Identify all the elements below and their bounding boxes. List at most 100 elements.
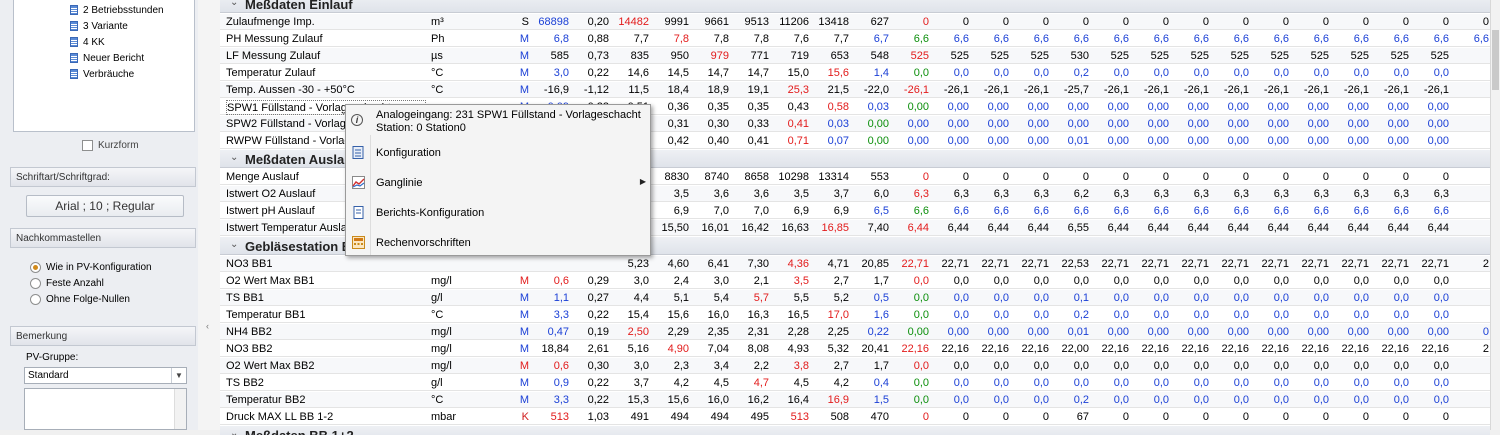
table-cell: 19,1 [747,84,769,96]
report-item[interactable]: Neuer Bericht [70,51,144,65]
report-item[interactable]: 3 Variante [70,19,128,33]
font-button[interactable]: Arial ; 10 ; Regular [26,195,184,217]
table-row[interactable]: PH Messung Zulauf Ph M 6,8 0,88 7,7 7,8 7,8 7,8 7… [220,31,1490,47]
table-cell: 0,0 [1113,394,1129,406]
table-cell: 4,5 [713,377,729,389]
row-name[interactable]: LF Messung Zulauf [226,49,426,64]
table-cell: 6,44 [1427,222,1449,234]
table-cell [1449,410,1489,425]
report-item[interactable]: 2 Betriebsstunden [70,3,164,17]
chevron-down-icon[interactable]: ▼ [171,368,186,383]
remark-textarea[interactable] [24,388,187,430]
table-cell: 0,0 [1433,377,1449,389]
group-header[interactable]: ⌄ Meßdaten BB 1+2 [220,426,1490,435]
table-row[interactable]: TS BB1 g/l M 1,1 0,27 4,4 5,1 5,4 5,7 5,5 5,2 0,5 0,… [220,290,1490,306]
table-cell: 0,1 [1073,292,1089,304]
table-cell: 0,0 [1193,394,1209,406]
row-name[interactable]: Zulaufmenge Imp. [226,15,426,30]
row-name[interactable]: Druck MAX LL BB 1-2 [226,410,426,425]
table-row[interactable]: Temperatur BB1 °C M 3,3 0,22 15,4 15,6 16,0 16,3… [220,307,1490,323]
report-list[interactable]: 2 Betriebsstunden 3 Variante 4 KK Neuer … [13,0,195,132]
collapse-chevron-icon[interactable]: ⌄ [230,0,238,8]
table-row[interactable]: Temp. Aussen -30 - +50°C °C M -16,9 -1,12 11,… [220,82,1490,98]
row-name[interactable]: TS BB2 [226,376,426,391]
table-cell: 6,8 [553,33,569,45]
radio-option-pv-config[interactable]: Wie in PV-Konfiguration [30,262,152,273]
table-cell: 0,00 [1387,135,1409,147]
table-cell: 6,44 [1267,222,1289,234]
menu-item-ganglinie[interactable]: Ganglinie ▶ [346,169,652,197]
kurzform-checkbox[interactable]: Kurzform [82,140,139,151]
group-header[interactable]: ⌄ Meßdaten Einlauf [220,0,1490,13]
row-name[interactable]: PH Messung Zulauf [226,32,426,47]
row-name[interactable]: NO3 BB1 [226,257,426,272]
table-cell: 5,16 [627,343,649,355]
table-cell: 0 [1042,171,1049,183]
row-name[interactable]: O2 Wert Max BB1 [226,274,426,289]
table-row[interactable]: Zulaufmenge Imp. m³ S 68898 0,20 14482 9991 966… [220,14,1490,30]
table-row[interactable]: O2 Wert Max BB2 mg/l M 0,6 0,30 3,0 2,3 3,4 2,2 3… [220,358,1490,374]
checkbox-box[interactable] [82,140,93,151]
table-cell: 0 [922,411,929,423]
table-cell: 0,27 [587,292,609,304]
row-name[interactable]: Temperatur Zulauf [226,66,426,81]
radio-option-fixed[interactable]: Feste Anzahl [30,278,104,289]
menu-item-rechenvorschriften[interactable]: Rechenvorschriften [346,229,652,257]
table-row[interactable]: Druck MAX LL BB 1-2 mbar K 513 1,03 491 494 494… [220,409,1490,425]
table-cell: 585 [550,50,569,62]
menu-item-berichts-konfiguration[interactable]: Berichts-Konfiguration [346,199,652,227]
scrollbar-thumb[interactable] [1492,30,1499,90]
radio-icon[interactable] [30,278,41,289]
table-row[interactable]: NO3 BB2 mg/l M 18,84 2,61 5,16 4,90 7,04 8,08 4,9… [220,341,1490,357]
table-row[interactable]: NH4 BB2 mg/l M 0,47 0,19 2,50 2,29 2,35 2,31 2,28… [220,324,1490,340]
collapse-chevron-icon[interactable]: ⌄ [230,428,238,435]
table-cell [1449,66,1489,81]
menu-item-konfiguration[interactable]: Konfiguration [346,139,652,167]
table-cell: 15,3 [627,394,649,406]
table-row[interactable]: NO3 BB1 5,23 4,60 6,41 7,30 4,36 4,71 20,85 22,7… [220,256,1490,272]
table-cell: 0,01 [1067,326,1089,338]
table-cell: 0,0 [1193,360,1209,372]
table-cell: 16,0 [707,394,729,406]
collapse-chevron-icon[interactable]: ⌄ [230,152,238,163]
table-row[interactable]: Temperatur Zulauf °C M 3,0 0,22 14,6 14,5 14,7 1… [220,65,1490,81]
table-row[interactable]: TS BB2 g/l M 0,9 0,22 3,7 4,2 4,5 4,7 4,5 4,2 0,4 0,… [220,375,1490,391]
panel-splitter[interactable]: ‹ [198,0,220,430]
collapse-chevron-icon[interactable]: ⌄ [230,239,238,250]
table-cell: 0,22 [867,326,889,338]
table-cell: 1,7 [873,275,889,287]
table-cell: 0,0 [1273,309,1289,321]
row-type: M [519,50,529,62]
collapse-arrow-icon[interactable]: ‹ [206,321,209,331]
table-cell: 0,6 [553,275,569,287]
table-cell: 6,3 [1433,188,1449,200]
vertical-scrollbar[interactable] [1490,0,1500,430]
table-cell: 15,4 [627,309,649,321]
report-item[interactable]: Verbräuche [70,67,134,81]
table-cell: 0 [1242,16,1249,28]
row-name[interactable]: Temp. Aussen -30 - +50°C [226,83,426,98]
table-cell: 0,9 [553,377,569,389]
table-row[interactable]: Temperatur BB2 °C M 3,3 0,22 15,3 15,6 16,0 16,2… [220,392,1490,408]
row-name[interactable]: Temperatur BB2 [226,393,426,408]
row-name[interactable]: NH4 BB2 [226,325,426,340]
table-row[interactable]: LF Messung Zulauf µs M 585 0,73 835 950 979 771 7… [220,48,1490,64]
row-name[interactable]: NO3 BB2 [226,342,426,357]
pv-group-select[interactable]: Standard ▼ [24,367,187,384]
row-name[interactable]: O2 Wert Max BB2 [226,359,426,374]
table-cell: 6,6 [1073,205,1089,217]
scrollbar[interactable] [174,389,186,429]
table-cell: 25,3 [787,84,809,96]
table-cell: 0 [1082,16,1089,28]
table-cell: 0,00 [1227,101,1249,113]
radio-selected-icon[interactable] [30,262,41,273]
report-item[interactable]: 4 KK [70,35,105,49]
radio-option-no-trailing-zeros[interactable]: Ohne Folge-Nullen [30,294,130,305]
table-row[interactable]: O2 Wert Max BB1 mg/l M 0,6 0,29 3,0 2,4 3,0 2,1 3… [220,273,1490,289]
row-name[interactable]: Temperatur BB1 [226,308,426,323]
radio-icon[interactable] [30,294,41,305]
left-panel: 2 Betriebsstunden 3 Variante 4 KK Neuer … [0,0,198,430]
table-cell: -26,1 [1423,84,1449,96]
pv-group-label: PV-Gruppe: [26,352,79,363]
row-name[interactable]: TS BB1 [226,291,426,306]
